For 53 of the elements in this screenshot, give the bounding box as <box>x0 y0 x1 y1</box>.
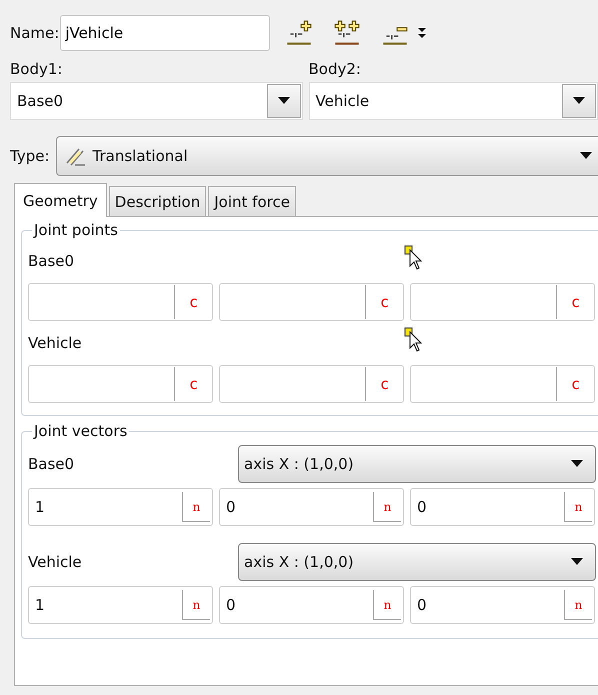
body-name: Vehicle <box>28 553 83 571</box>
body-dropdown[interactable]: Vehicle <box>308 82 598 120</box>
vector-field[interactable]: 0 n <box>219 586 404 624</box>
normalize-button[interactable]: n <box>182 590 210 620</box>
name-label: Name: <box>10 24 60 42</box>
add-joint-icon[interactable] <box>284 18 314 48</box>
vector-field[interactable]: 0 n <box>410 586 595 624</box>
normalize-button[interactable]: n <box>373 492 401 522</box>
vector-field[interactable]: 0 n <box>219 488 404 526</box>
normalize-button[interactable]: n <box>373 590 401 620</box>
group-title: Joint points <box>32 221 119 239</box>
axis-dropdown[interactable]: axis X : (1,0,0) <box>238 445 596 483</box>
point-picker-icon[interactable] <box>404 245 424 271</box>
tab[interactable]: Geometry <box>14 183 107 217</box>
dropdown-arrow-icon <box>278 97 290 105</box>
coordinate-field[interactable]: c <box>219 283 404 321</box>
type-label: Type: <box>10 147 50 165</box>
overflow-icon[interactable] <box>418 25 426 41</box>
coordinate-field[interactable]: c <box>219 365 404 403</box>
normalize-button[interactable]: n <box>564 590 592 620</box>
body-name: Vehicle <box>28 334 82 352</box>
coordinate-field[interactable]: c <box>28 365 213 403</box>
normalize-button[interactable]: n <box>182 492 210 522</box>
name-field[interactable]: jVehicle <box>60 15 270 51</box>
coordinate-field[interactable]: c <box>410 365 595 403</box>
coordinate-button[interactable]: c <box>365 367 403 401</box>
coordinate-field[interactable]: c <box>28 283 213 321</box>
coordinate-button[interactable]: c <box>556 285 594 319</box>
axis-dropdown[interactable]: axis X : (1,0,0) <box>238 543 596 581</box>
coordinate-field[interactable]: c <box>410 283 595 321</box>
type-dropdown[interactable]: Translational <box>56 136 598 176</box>
vector-field[interactable]: 1 n <box>28 488 213 526</box>
coordinate-button[interactable]: c <box>174 285 212 319</box>
group-title: Joint vectors <box>32 422 128 440</box>
body-name: Base0 <box>28 252 74 270</box>
body-label: Body2: <box>308 60 362 78</box>
coordinate-button[interactable]: c <box>174 367 212 401</box>
coordinate-button[interactable]: c <box>365 285 403 319</box>
tab[interactable]: Description <box>108 186 206 216</box>
point-picker-icon[interactable] <box>404 327 424 353</box>
body-name: Base0 <box>28 455 76 473</box>
dropdown-arrow-icon <box>571 460 583 468</box>
vector-field[interactable]: 1 n <box>28 586 213 624</box>
dropdown-arrow-icon <box>580 152 592 160</box>
body-label: Body1: <box>10 60 64 78</box>
vector-field[interactable]: 0 n <box>410 488 595 526</box>
normalize-button[interactable]: n <box>564 492 592 522</box>
dropdown-arrow-icon <box>571 558 583 566</box>
dropdown-arrow-icon <box>573 97 585 105</box>
add-two-joints-icon[interactable] <box>332 18 362 48</box>
coordinate-button[interactable]: c <box>556 367 594 401</box>
tab[interactable]: Joint force <box>208 186 296 216</box>
body-dropdown[interactable]: Base0 <box>10 82 302 120</box>
